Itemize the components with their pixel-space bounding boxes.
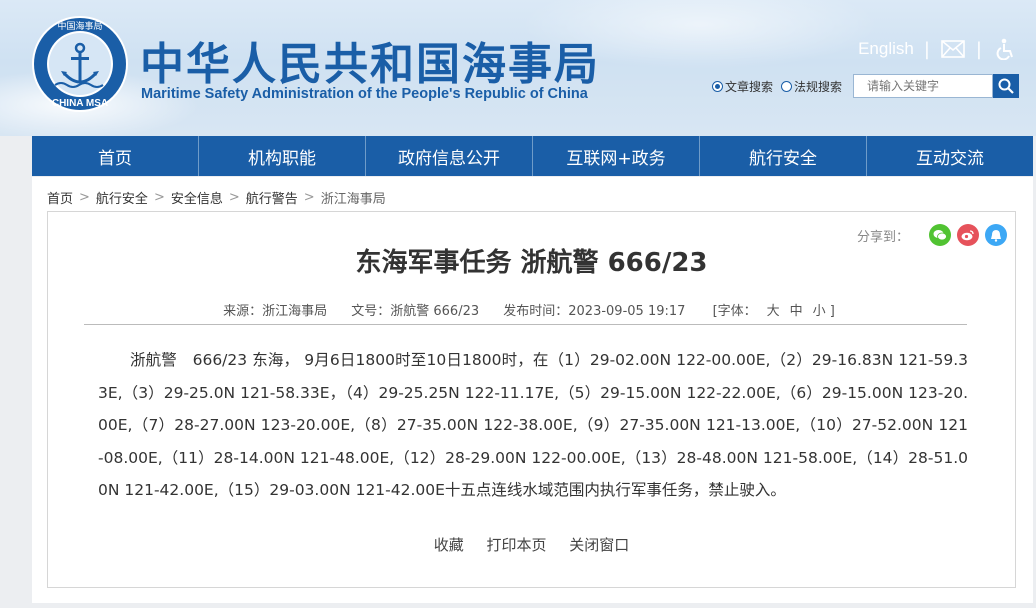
main-nav: 首页 机构职能 政府信息公开 互联网+政务 航行安全 互动交流: [32, 136, 1033, 176]
breadcrumb-nav-warning[interactable]: 航行警告: [246, 188, 298, 207]
radio-dot: [781, 80, 793, 92]
print-link[interactable]: 打印本页: [486, 536, 546, 554]
separator: |: [923, 38, 930, 60]
accessibility-icon[interactable]: [992, 38, 1018, 60]
site-title-english: Maritime Safety Administration of the Pe…: [141, 86, 588, 102]
article-meta: 来源：浙江海事局 文号：浙航警 666/23 发布时间：2023-09-05 1…: [48, 300, 1015, 319]
article-title: 东海军事任务 浙航警 666/23: [355, 248, 708, 278]
radio-regulation-search[interactable]: 法规搜索: [781, 78, 842, 95]
nav-item-nav-safety[interactable]: 航行安全: [700, 136, 867, 176]
search-button[interactable]: [993, 74, 1020, 98]
close-window-link[interactable]: 关闭窗口: [569, 536, 629, 554]
radio-label: 文章搜索: [725, 79, 774, 94]
site-header: 中国海事局 CHINA MSA 中华人民共和国海事局 Maritime Safe…: [0, 0, 1036, 136]
nav-item-interaction[interactable]: 互动交流: [867, 136, 1033, 176]
top-links: English | |: [858, 36, 1018, 62]
msa-logo[interactable]: 中国海事局 CHINA MSA: [31, 15, 129, 113]
article-box: 分享到： 东海军事任务 浙航警 666/23 来源：浙江海事局 文号：浙航警 6…: [47, 211, 1016, 588]
radio-dot-selected: [712, 80, 723, 92]
search-input[interactable]: [853, 74, 994, 98]
radio-label: 法规搜索: [794, 79, 843, 94]
mail-icon[interactable]: [940, 38, 966, 60]
font-size-label: [字体：: [712, 304, 757, 319]
breadcrumb-separator: >: [79, 190, 90, 205]
article-actions: 收藏 打印本页 关闭窗口: [48, 534, 1015, 555]
breadcrumb-separator: >: [303, 190, 315, 205]
breadcrumb-nav-safety[interactable]: 航行安全: [96, 188, 148, 207]
favorite-link[interactable]: 收藏: [434, 536, 464, 554]
breadcrumb-safety-info[interactable]: 安全信息: [171, 188, 223, 207]
english-link[interactable]: English: [858, 39, 914, 59]
meta-source: 来源：浙江海事局: [223, 304, 328, 319]
nav-item-home[interactable]: 首页: [32, 136, 199, 176]
logo-text-top: 中国海事局: [57, 20, 102, 32]
search-area: 文章搜索 法规搜索: [712, 73, 1020, 99]
meta-doc-number: 文号：浙航警 666/23: [351, 304, 480, 319]
article-body: 浙航警 666/23 东海， 9月6日1800时至10日1800时，在（1）29…: [98, 351, 968, 499]
site-title: 中华人民共和国海事局: [140, 39, 600, 90]
font-medium-button[interactable]: 中: [790, 304, 803, 319]
separator: |: [975, 38, 982, 60]
nav-item-internet-gov[interactable]: 互联网+政务: [533, 136, 700, 176]
title-divider: [84, 324, 967, 325]
breadcrumb: 首页 > 航行安全 > 安全信息 > 航行警告 > 浙江海事局: [47, 188, 386, 207]
breadcrumb-separator: >: [153, 190, 165, 205]
nav-item-functions[interactable]: 机构职能: [199, 136, 366, 176]
font-large-button[interactable]: 大: [767, 304, 780, 319]
radio-article-search[interactable]: 文章搜索: [712, 78, 773, 95]
meta-publish-time: 发布时间：2023-09-05 19:17: [503, 304, 686, 319]
breadcrumb-current[interactable]: 浙江海事局: [321, 188, 386, 207]
breadcrumb-home[interactable]: 首页: [47, 188, 73, 207]
logo-text-bottom: CHINA MSA: [52, 98, 108, 109]
search-icon: [998, 78, 1014, 94]
font-small-button[interactable]: 小 ]: [813, 304, 835, 319]
breadcrumb-separator: >: [228, 190, 240, 205]
nav-item-gov-info[interactable]: 政府信息公开: [366, 136, 533, 176]
font-size-control: [字体： 大中小 ]: [708, 304, 840, 319]
